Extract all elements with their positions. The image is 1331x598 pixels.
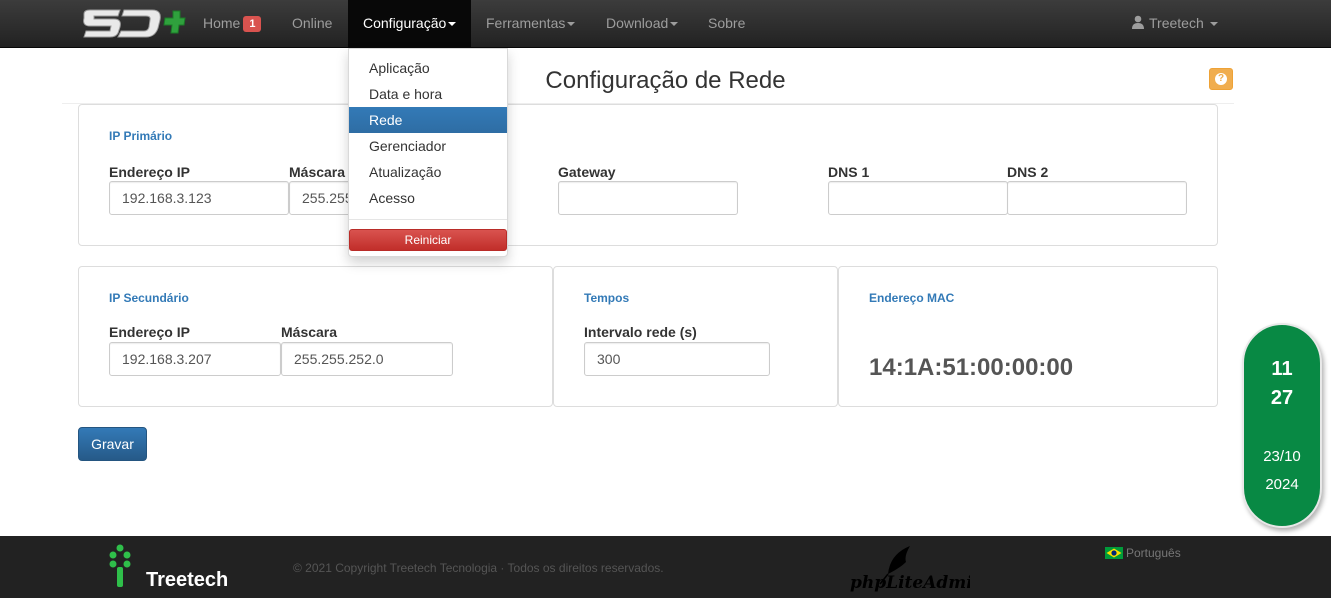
secondary-ip-input[interactable]: 192.168.3.207 — [109, 342, 281, 376]
language-selector[interactable]: Português — [1105, 546, 1181, 560]
question-icon: ? — [1215, 73, 1227, 85]
nav-ferramentas[interactable]: Ferramentas — [486, 0, 576, 47]
footer: Treetech © 2021 Copyright Treetech Tecno… — [0, 536, 1331, 598]
primary-ip-panel: IP Primário Endereço IP 192.168.3.123 Má… — [78, 104, 1218, 246]
treetech-logo: Treetech — [109, 544, 228, 591]
dns1-label: DNS 1 — [828, 164, 870, 180]
nav-download-label: Download — [606, 15, 669, 31]
nav-configuracao-label: Configuração — [363, 15, 447, 31]
secondary-ip-panel: IP Secundário Endereço IP 192.168.3.207 … — [78, 266, 553, 407]
primary-ip-input[interactable]: 192.168.3.123 — [109, 181, 289, 215]
menu-item-aplicacao[interactable]: Aplicação — [349, 55, 507, 81]
menu-item-acesso[interactable]: Acesso — [349, 185, 507, 211]
clock-date: 23/10 — [1263, 448, 1301, 465]
top-navbar: Home 1 Online Configuração Ferramentas Do… — [0, 0, 1331, 48]
menu-item-data-hora[interactable]: Data e hora — [349, 81, 507, 107]
nav-user-menu[interactable]: Treetech — [1131, 0, 1218, 47]
language-label: Português — [1126, 546, 1181, 560]
clock-minute: 27 — [1270, 387, 1294, 409]
dns2-label: DNS 2 — [1007, 164, 1049, 180]
clock-widget: 11 27 23/10 2024 — [1242, 323, 1322, 528]
gateway-input[interactable] — [558, 181, 738, 215]
clock-year: 2024 — [1265, 476, 1299, 493]
nav-home[interactable]: Home 1 — [203, 0, 262, 47]
dns2-input[interactable] — [1007, 181, 1187, 215]
nav-home-label: Home — [203, 15, 241, 31]
caret-down-icon — [567, 22, 576, 27]
nav-ferramentas-label: Ferramentas — [486, 15, 566, 31]
primary-ip-label: Endereço IP — [109, 164, 190, 180]
caret-down-icon — [670, 22, 679, 27]
network-interval-label: Intervalo rede (s) — [584, 324, 697, 340]
primary-ip-legend: IP Primário — [109, 129, 173, 143]
restart-button[interactable]: Reiniciar — [349, 229, 507, 251]
menu-item-gerenciador[interactable]: Gerenciador — [349, 133, 507, 159]
network-interval-input[interactable]: 300 — [584, 342, 770, 376]
page-title: Configuração de Rede — [545, 67, 786, 94]
secondary-ip-legend: IP Secundário — [109, 291, 189, 305]
primary-mask-label: Máscara — [289, 164, 346, 180]
nav-download[interactable]: Download — [606, 0, 679, 47]
sd-plus-logo[interactable] — [82, 6, 186, 42]
brazil-flag-icon — [1105, 547, 1123, 559]
mac-panel: Endereço MAC 14:1A:51:00:00:00 — [838, 266, 1218, 407]
times-legend: Tempos — [584, 291, 630, 305]
user-icon — [1132, 15, 1144, 29]
nav-online[interactable]: Online — [292, 0, 332, 47]
nav-sobre-label: Sobre — [708, 15, 746, 31]
phpliteadmin-logo: phpLiteAdmin — [850, 546, 970, 593]
secondary-mask-input[interactable]: 255.255.252.0 — [281, 342, 453, 376]
secondary-mask-label: Máscara — [281, 324, 338, 340]
caret-down-icon — [448, 22, 457, 27]
menu-divider — [349, 219, 507, 220]
mac-legend: Endereço MAC — [869, 291, 955, 305]
user-name: Treetech — [1149, 15, 1204, 31]
menu-item-rede[interactable]: Rede — [349, 107, 507, 133]
treetech-logo-text: Treetech — [146, 569, 228, 591]
gateway-label: Gateway — [558, 164, 616, 180]
save-button[interactable]: Gravar — [78, 427, 147, 461]
notification-badge: 1 — [243, 16, 262, 32]
clock-hour: 11 — [1271, 358, 1293, 380]
dns1-input[interactable] — [828, 181, 1008, 215]
times-panel: Tempos Intervalo rede (s) 300 — [553, 266, 838, 407]
configuracao-dropdown-menu: Aplicação Data e hora Rede Gerenciador A… — [348, 48, 508, 257]
caret-down-icon — [1209, 22, 1218, 27]
menu-item-atualizacao[interactable]: Atualização — [349, 159, 507, 185]
secondary-ip-label: Endereço IP — [109, 324, 190, 340]
copyright-text: © 2021 Copyright Treetech Tecnologia · T… — [293, 561, 664, 575]
nav-online-label: Online — [292, 15, 333, 31]
phpliteadmin-logo-text: phpLiteAdmin — [850, 573, 970, 593]
nav-configuracao[interactable]: Configuração — [348, 0, 471, 47]
help-button[interactable]: ? — [1209, 68, 1233, 90]
nav-sobre[interactable]: Sobre — [708, 0, 745, 47]
mac-address-value: 14:1A:51:00:00:00 — [869, 354, 1074, 381]
